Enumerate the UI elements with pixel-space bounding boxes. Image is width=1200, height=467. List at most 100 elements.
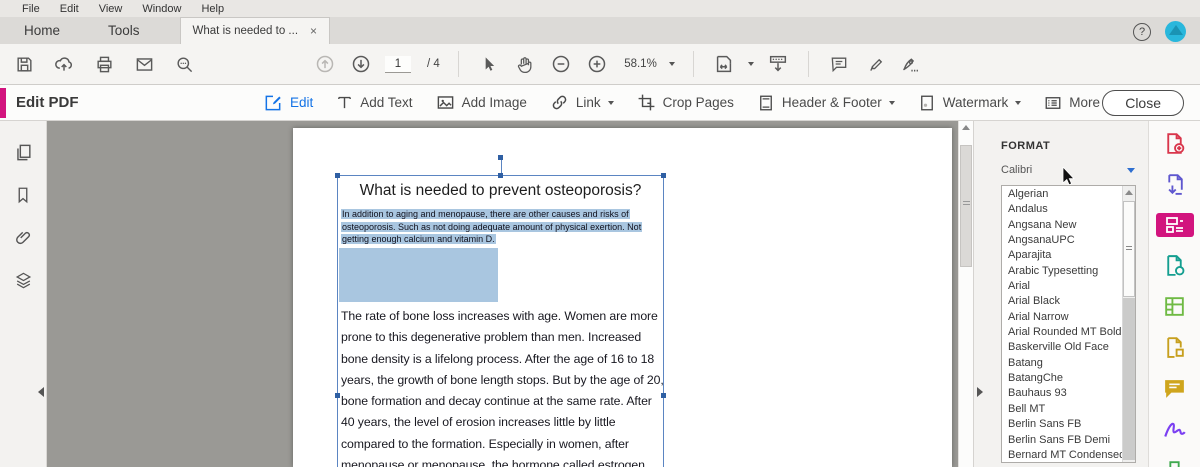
resize-handle-middle-left[interactable] — [335, 393, 340, 398]
select-tool-button[interactable] — [477, 52, 501, 76]
font-option[interactable]: Batang — [1002, 356, 1122, 371]
add-image-button[interactable]: Add Image — [436, 93, 527, 112]
font-option[interactable]: Berlin Sans FB Demi — [1002, 433, 1122, 448]
add-text-button[interactable]: Add Text — [336, 94, 413, 111]
document-heading[interactable]: What is needed to prevent osteoporosis? — [338, 182, 663, 200]
document-body-text[interactable]: The rate of bone loss increases with age… — [341, 306, 665, 467]
font-option[interactable]: Angsana New — [1002, 218, 1122, 233]
highlight-button[interactable] — [863, 52, 887, 76]
menu-bar: File Edit View Window Help — [0, 0, 1200, 17]
user-avatar[interactable] — [1165, 21, 1186, 42]
font-option[interactable]: Berlin Sans FB — [1002, 417, 1122, 432]
add-image-label: Add Image — [461, 95, 527, 110]
scan-ocr-button[interactable] — [1162, 459, 1187, 467]
font-option[interactable]: Algerian — [1002, 187, 1122, 202]
crop-pages-button[interactable]: Crop Pages — [637, 93, 734, 112]
create-pdf-button[interactable] — [1162, 131, 1187, 156]
close-tab-icon[interactable]: × — [310, 24, 317, 38]
font-option[interactable]: Bell MT — [1002, 402, 1122, 417]
font-option[interactable]: Baskerville Old Face — [1002, 340, 1122, 355]
zoom-out-button[interactable] — [549, 52, 573, 76]
font-option[interactable]: BatangChe — [1002, 371, 1122, 386]
font-option[interactable]: Arial Black — [1002, 294, 1122, 309]
selected-paragraph[interactable]: In addition to aging and menopause, ther… — [341, 208, 643, 246]
menu-item[interactable]: Help — [191, 3, 234, 15]
tab-tools[interactable]: Tools — [84, 17, 164, 44]
menu-item[interactable]: Window — [132, 3, 191, 15]
organize-pages-button[interactable] — [1162, 335, 1187, 360]
document-canvas[interactable]: What is needed to prevent osteoporosis? … — [47, 121, 973, 467]
zoom-in-button[interactable] — [585, 52, 609, 76]
attachments-button[interactable] — [14, 228, 33, 247]
pdf-page[interactable]: What is needed to prevent osteoporosis? … — [293, 128, 952, 467]
highlighted-text-line[interactable]: osteoporosis. Such as not doing adequate… — [341, 221, 643, 232]
comment-tool-button[interactable] — [1162, 376, 1187, 401]
comment-button[interactable] — [827, 52, 851, 76]
next-page-button[interactable] — [349, 52, 373, 76]
hand-tool-button[interactable] — [513, 52, 537, 76]
edit-tool-label: Edit — [290, 95, 314, 110]
tab-home[interactable]: Home — [0, 17, 84, 44]
fill-sign-button[interactable] — [1162, 417, 1188, 443]
edit-tool-button[interactable]: Edit — [263, 93, 313, 113]
font-option[interactable]: Arial — [1002, 279, 1122, 294]
font-option[interactable]: AngsanaUPC — [1002, 233, 1122, 248]
menu-item[interactable]: Edit — [50, 3, 89, 15]
scrollbar-thumb[interactable] — [960, 145, 972, 267]
add-image-icon — [437, 96, 453, 109]
menu-item[interactable]: File — [12, 3, 50, 15]
link-button[interactable]: Link — [550, 93, 614, 112]
edit-pdf-tool-active[interactable] — [1155, 213, 1194, 237]
zoom-in-icon — [588, 55, 606, 73]
font-option[interactable]: Arial Narrow — [1002, 310, 1122, 325]
sign-button[interactable] — [899, 52, 923, 76]
print-button[interactable] — [92, 52, 116, 76]
font-option[interactable]: Arabic Typesetting — [1002, 264, 1122, 279]
resize-handle-top-right[interactable] — [661, 173, 666, 178]
scroll-up-icon[interactable] — [962, 125, 970, 130]
left-navigation-panel — [0, 121, 47, 467]
protect-pdf-button[interactable] — [1162, 253, 1187, 278]
resize-handle-top-left[interactable] — [335, 173, 340, 178]
tab-document[interactable]: What is needed to ... × — [179, 17, 331, 44]
bookmarks-button[interactable] — [14, 186, 32, 204]
email-button[interactable] — [132, 52, 156, 76]
selected-text-box[interactable]: What is needed to prevent osteoporosis? … — [335, 155, 666, 467]
page-up-icon — [316, 55, 334, 73]
save-button[interactable] — [12, 52, 36, 76]
find-button[interactable] — [172, 52, 196, 76]
fit-width-button[interactable] — [766, 52, 790, 76]
layers-button[interactable] — [14, 271, 33, 290]
chevron-down-icon[interactable] — [668, 62, 675, 66]
font-option[interactable]: Andalus — [1002, 202, 1122, 217]
font-option[interactable]: Bernard MT Condensed — [1002, 448, 1122, 462]
rotation-handle[interactable] — [498, 155, 503, 160]
font-option[interactable]: Arial Rounded MT Bold — [1002, 325, 1122, 340]
close-edit-pdf-button[interactable]: Close — [1102, 90, 1184, 116]
export-pdf-button[interactable] — [1162, 172, 1187, 197]
menu-item[interactable]: View — [89, 3, 133, 15]
page-thumbnails-button[interactable] — [14, 143, 33, 162]
header-footer-button[interactable]: Header & Footer — [757, 94, 895, 112]
document-scrollbar[interactable] — [958, 121, 973, 467]
protect-pdf-icon — [1167, 255, 1185, 276]
font-option[interactable]: Aparajita — [1002, 248, 1122, 263]
fit-page-button[interactable] — [712, 52, 736, 76]
scroll-up-icon[interactable] — [1125, 190, 1133, 195]
font-option[interactable]: Bauhaus 93 — [1002, 386, 1122, 401]
chevron-down-icon[interactable] — [747, 62, 754, 66]
highlighted-text-line[interactable]: In addition to aging and menopause, ther… — [341, 209, 630, 219]
resize-handle-top-middle[interactable] — [498, 173, 503, 178]
previous-page-button[interactable] — [313, 52, 337, 76]
watermark-button[interactable]: Watermark — [918, 94, 1022, 112]
share-button[interactable] — [52, 52, 76, 76]
export-excel-button[interactable] — [1162, 294, 1187, 319]
highlighted-text-line[interactable]: getting enough calcium and vitamin D. — [341, 234, 496, 244]
help-button[interactable]: ? — [1133, 22, 1151, 41]
scrollbar-thumb[interactable] — [1123, 201, 1135, 297]
font-list-scrollbar[interactable] — [1122, 186, 1135, 462]
page-number-input[interactable]: 1 — [385, 55, 411, 73]
collapse-right-panel-arrow[interactable] — [977, 387, 983, 397]
collapse-left-panel-arrow[interactable] — [38, 387, 44, 397]
zoom-level-value[interactable]: 58.1% — [621, 58, 657, 70]
